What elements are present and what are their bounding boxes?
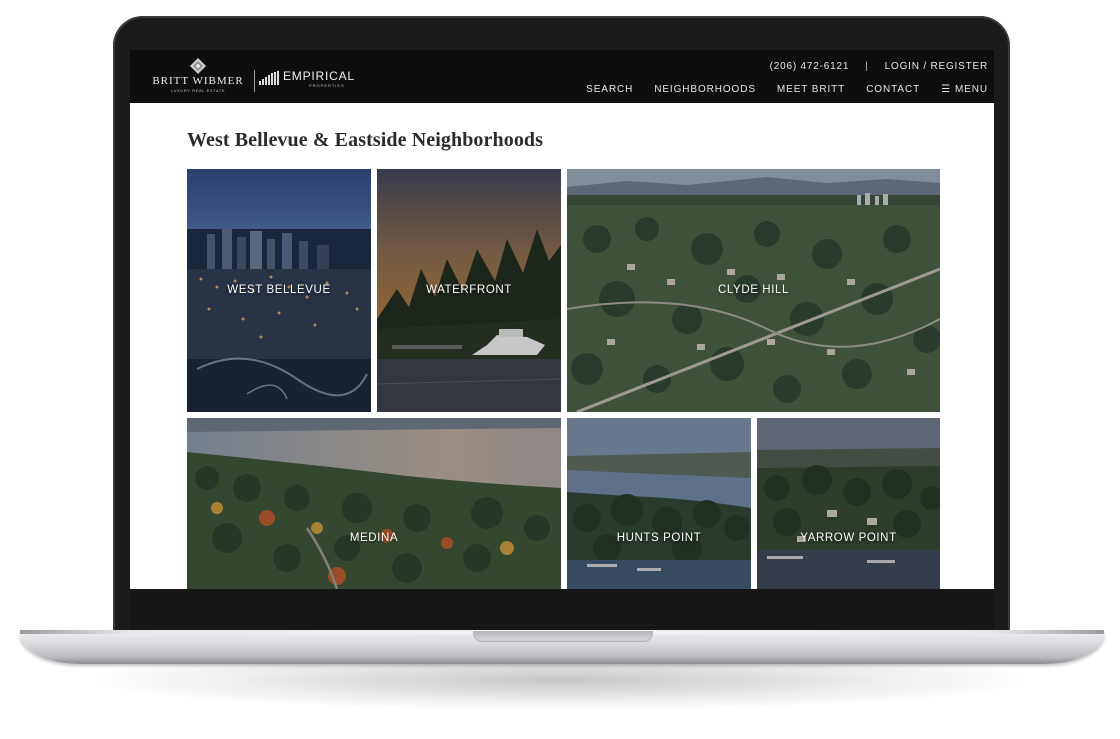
logo-wordmark: BRITT WIBMER	[152, 75, 244, 87]
phone-link[interactable]: (206) 472-6121	[770, 61, 850, 72]
neighborhood-tile-hunts-point[interactable]: HUNTS POINT	[567, 418, 751, 589]
neighborhood-tile-medina[interactable]: MEDINA	[187, 418, 561, 589]
nav-meet-britt[interactable]: MEET BRITT	[777, 84, 845, 95]
bars-logo-icon	[259, 71, 279, 85]
tile-label-west-bellevue: WEST BELLEVUE	[227, 284, 331, 296]
page-title: West Bellevue & Eastside Neighborhoods	[187, 129, 544, 151]
logo-divider	[254, 70, 255, 92]
tile-label-yarrow-point: YARROW POINT	[800, 532, 897, 544]
hamburger-icon: ☰	[941, 84, 951, 95]
nav-contact[interactable]: CONTACT	[866, 84, 920, 95]
menu-button[interactable]: ☰ MENU	[941, 84, 988, 95]
top-utility-bar: (206) 472-6121 | LOGIN / REGISTER	[770, 61, 988, 72]
partner-logo-sub: PROPERTIES	[309, 83, 345, 88]
tile-label-clyde-hill: CLYDE HILL	[718, 284, 789, 296]
tile-label-medina: MEDINA	[349, 532, 399, 544]
main-nav: SEARCH NEIGHBORHOODS MEET BRITT CONTACT …	[586, 84, 988, 95]
login-register-link[interactable]: LOGIN / REGISTER	[885, 61, 988, 72]
topbar-separator: |	[865, 61, 869, 72]
laptop-notch	[473, 631, 653, 642]
laptop-bezel	[130, 589, 994, 632]
tile-label-hunts-point: HUNTS POINT	[616, 532, 702, 544]
diamond-logo-icon	[190, 58, 206, 74]
neighborhood-tile-west-bellevue[interactable]: WEST BELLEVUE	[187, 169, 371, 412]
neighborhood-tile-clyde-hill[interactable]: CLYDE HILL	[567, 169, 940, 412]
menu-label: MENU	[954, 84, 988, 95]
neighborhood-tile-yarrow-point[interactable]: YARROW POINT	[757, 418, 940, 589]
logo-tagline: LUXURY REAL ESTATE	[170, 88, 226, 93]
browser-viewport: BRITT WIBMER LUXURY REAL ESTATE EMPIRICA…	[130, 50, 994, 589]
site-logo[interactable]: BRITT WIBMER LUXURY REAL ESTATE EMPIRICA…	[144, 56, 366, 96]
nav-search[interactable]: SEARCH	[586, 84, 633, 95]
tile-label-waterfront: WATERFRONT	[426, 284, 512, 296]
neighborhood-tile-waterfront[interactable]: WATERFRONT	[377, 169, 561, 412]
tile-overlay	[567, 418, 751, 589]
tile-overlay	[187, 418, 561, 589]
site-header: BRITT WIBMER LUXURY REAL ESTATE EMPIRICA…	[130, 50, 994, 103]
tile-overlay	[757, 418, 940, 589]
partner-logo-text: EMPIRICAL	[283, 69, 355, 83]
nav-neighborhoods[interactable]: NEIGHBORHOODS	[654, 84, 756, 95]
